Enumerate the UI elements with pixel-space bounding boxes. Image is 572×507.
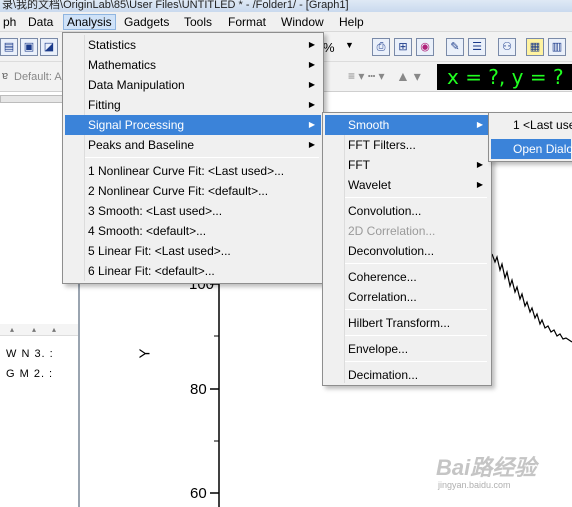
results-icon[interactable]: ▦	[526, 38, 544, 56]
menu-item-label: Fitting	[88, 98, 121, 112]
submenu-arrow-icon: ▶	[476, 120, 483, 129]
menu-item-recent-1[interactable]: 1 Nonlinear Curve Fit: <Last used>...	[65, 161, 321, 181]
analysis-menu: Statistics ▶ Mathematics ▶ Data Manipulati…	[62, 32, 324, 284]
menu-item-signal-processing[interactable]: Signal Processing ▶	[65, 115, 321, 135]
menu-separator	[345, 335, 487, 336]
menu-item-statistics[interactable]: Statistics ▶	[65, 35, 321, 55]
sort-icon[interactable]: ▴	[52, 325, 56, 334]
menu-item-envelope[interactable]: Envelope...	[325, 339, 489, 359]
font-icon[interactable]: ɐ	[2, 70, 8, 82]
menu-separator	[345, 309, 487, 310]
y-tick-label: 80	[190, 381, 207, 398]
menu-item-label: Wavelet	[348, 178, 391, 192]
table-icon[interactable]: ▥	[548, 38, 566, 56]
list-item[interactable]: G M 2. :	[6, 368, 53, 380]
default-font-field[interactable]: Default: A	[14, 67, 62, 87]
menu-item-deconvolution[interactable]: Deconvolution...	[325, 241, 489, 261]
menu-item-2d-correlation: 2D Correlation...	[348, 224, 436, 238]
column-header-row: ▴ ▴ ▴	[0, 324, 78, 336]
new-icon[interactable]: ▤	[0, 38, 18, 56]
menu-item-coherence[interactable]: Coherence...	[325, 267, 489, 287]
submenu-arrow-icon: ▶	[308, 80, 315, 89]
menu-analysis[interactable]: Analysis	[63, 14, 116, 30]
menu-item-label: Peaks and Baseline	[88, 138, 195, 152]
menu-item-label: Data Manipulation	[88, 78, 185, 92]
smooth-submenu: 1 <Last use Open Dialo	[488, 112, 572, 162]
menu-item-convolution[interactable]: Convolution...	[325, 201, 489, 221]
sort-icon[interactable]: ▴	[10, 325, 14, 334]
baidu-watermark: Bai路经验 jingyan.baidu.com	[436, 450, 546, 490]
menu-separator	[345, 361, 487, 362]
zoom-dropdown-icon[interactable]: ▼	[345, 40, 354, 50]
menu-gadgets[interactable]: Gadgets	[121, 14, 172, 30]
open-icon[interactable]: ▣	[20, 38, 38, 56]
menu-item-label: FFT	[348, 158, 370, 172]
menu-item-hilbert-transform[interactable]: Hilbert Transform...	[325, 313, 489, 333]
menu-item-label: Statistics	[88, 38, 137, 52]
menu-item-fitting[interactable]: Fitting ▶	[65, 95, 321, 115]
menu-format[interactable]: Format	[225, 14, 269, 30]
menu-item-wavelet[interactable]: Wavelet ▶	[325, 175, 489, 195]
menu-graph[interactable]: ph	[0, 14, 19, 30]
fill-color-icon[interactable]: ▲ ▾	[396, 68, 421, 85]
panel-scrollbar[interactable]	[0, 95, 70, 103]
menu-item-recent-4[interactable]: 4 Smooth: <default>...	[65, 221, 321, 241]
menu-item-label: Smooth	[348, 118, 390, 132]
tree-icon[interactable]: ⚇	[498, 38, 516, 56]
menu-item-smooth[interactable]: Smooth ▶	[325, 115, 489, 135]
line-style-icon[interactable]: ┅ ▾	[368, 69, 385, 83]
submenu-arrow-icon: ▶	[308, 120, 315, 129]
xy-readout: x = ?, y = ?	[437, 64, 572, 90]
layout-icon[interactable]: ⊞	[394, 38, 412, 56]
menu-item-recent-6[interactable]: 6 Linear Fit: <default>...	[65, 261, 321, 281]
percent-label: %	[323, 40, 335, 55]
save-icon[interactable]: ◪	[40, 38, 58, 56]
signal-processing-submenu: Smooth ▶ FFT Filters... FFT ▶ Wavelet ▶ Con…	[322, 112, 492, 386]
sort-icon[interactable]: ▴	[32, 325, 36, 334]
submenu-arrow-icon: ▶	[308, 140, 315, 149]
watermark-site: jingyan.baidu.com	[438, 480, 511, 490]
list-icon[interactable]: ☰	[468, 38, 486, 56]
list-item[interactable]: W N 3. :	[6, 348, 54, 360]
refresh-icon[interactable]: ◉	[416, 38, 434, 56]
watermark-brand: Bai路经验	[436, 455, 537, 480]
menu-item-peaks-baseline[interactable]: Peaks and Baseline ▶	[65, 135, 321, 155]
menu-item-recent-2[interactable]: 2 Nonlinear Curve Fit: <default>...	[65, 181, 321, 201]
submenu-arrow-icon: ▶	[308, 100, 315, 109]
menu-window[interactable]: Window	[278, 14, 327, 30]
submenu-arrow-icon: ▶	[308, 40, 315, 49]
menu-item-recent-5[interactable]: 5 Linear Fit: <Last used>...	[65, 241, 321, 261]
menu-item-fft[interactable]: FFT ▶	[325, 155, 489, 175]
print-icon[interactable]: ⎙	[372, 38, 390, 56]
menu-item-mathematics[interactable]: Mathematics ▶	[65, 55, 321, 75]
menu-tools[interactable]: Tools	[181, 14, 215, 30]
menu-item-correlation[interactable]: Correlation...	[325, 287, 489, 307]
menu-item-label: Signal Processing	[88, 118, 185, 132]
menu-item-smooth-last-used[interactable]: 1 <Last use	[491, 115, 572, 135]
menu-separator	[345, 263, 487, 264]
menu-item-label: Mathematics	[88, 58, 157, 72]
menu-separator	[85, 157, 319, 158]
menu-bar: ph Data Analysis Gadgets Tools Format Wi…	[0, 12, 572, 32]
menu-item-recent-3[interactable]: 3 Smooth: <Last used>...	[65, 201, 321, 221]
align-icon[interactable]: ≡ ▾	[348, 69, 364, 83]
submenu-arrow-icon: ▶	[476, 180, 483, 189]
submenu-arrow-icon: ▶	[476, 160, 483, 169]
submenu-arrow-icon: ▶	[308, 60, 315, 69]
menu-item-data-manipulation[interactable]: Data Manipulation ▶	[65, 75, 321, 95]
data-curve	[491, 253, 572, 343]
y-axis-label: Y	[136, 348, 154, 359]
window-title: 录\我的文档\OriginLab\85\User Files\UNTITLED …	[0, 0, 572, 12]
menu-item-fft-filters[interactable]: FFT Filters...	[325, 135, 489, 155]
menu-help[interactable]: Help	[336, 14, 367, 30]
menu-data[interactable]: Data	[25, 14, 56, 30]
y-tick-label: 60	[190, 485, 207, 502]
menu-item-open-dialog[interactable]: Open Dialo	[491, 139, 572, 159]
menu-item-decimation[interactable]: Decimation...	[325, 365, 489, 385]
edit-icon[interactable]: ✎	[446, 38, 464, 56]
menu-separator	[345, 197, 487, 198]
